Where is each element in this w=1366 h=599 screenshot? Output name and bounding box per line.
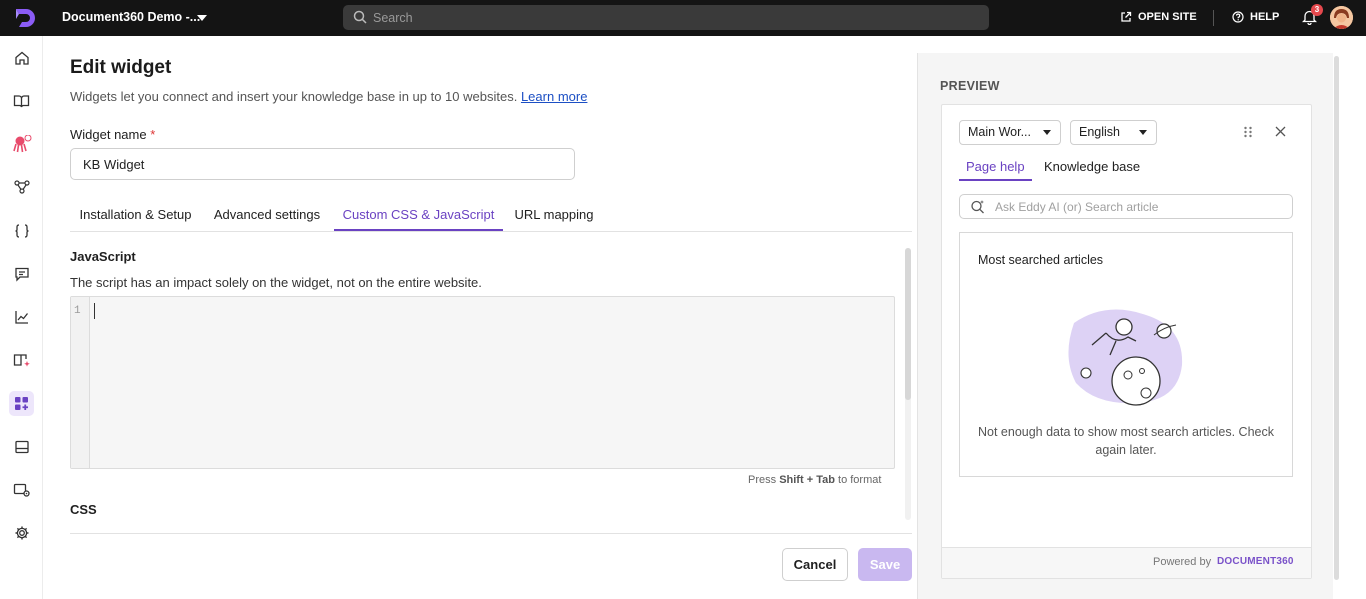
settings-tabs: Installation & Setup Advanced settings C… bbox=[70, 199, 912, 232]
layout-panel-icon bbox=[14, 440, 29, 453]
hint-key-tab: Tab bbox=[816, 474, 835, 486]
widget-search[interactable] bbox=[959, 194, 1293, 219]
document360-brand[interactable]: DOCUMENT360 bbox=[1217, 556, 1294, 567]
nav-layout[interactable] bbox=[9, 434, 34, 459]
user-avatar-icon bbox=[1330, 6, 1353, 29]
hint-suffix: to format bbox=[838, 474, 882, 486]
footer-divider bbox=[70, 533, 912, 534]
search-icon bbox=[353, 10, 367, 24]
page-title: Edit widget bbox=[70, 57, 172, 78]
topbar-divider bbox=[1213, 10, 1214, 26]
top-bar: Document360 Demo -... OPEN SITE HELP 3 bbox=[0, 0, 1366, 36]
book-sparkle-icon bbox=[13, 353, 30, 367]
open-site-label: OPEN SITE bbox=[1138, 11, 1197, 23]
content-scrollbar-thumb[interactable] bbox=[905, 248, 911, 400]
drag-handle-icon[interactable] bbox=[1243, 126, 1253, 138]
save-button[interactable]: Save bbox=[858, 548, 912, 581]
workspace-select-value: Main Wor... bbox=[968, 125, 1031, 139]
hint-plus: + bbox=[806, 474, 814, 486]
analytics-chart-icon bbox=[14, 310, 28, 324]
javascript-section-title: JavaScript bbox=[70, 249, 136, 264]
hint-key-shift: Shift bbox=[779, 474, 804, 486]
left-sidebar bbox=[0, 36, 43, 599]
page-subtitle-text: Widgets let you connect and insert your … bbox=[70, 89, 518, 104]
help-circle-icon bbox=[1232, 11, 1244, 23]
preview-scrollbar[interactable] bbox=[1334, 56, 1339, 580]
nav-eddy-ai[interactable] bbox=[9, 131, 34, 156]
open-site-button[interactable]: OPEN SITE bbox=[1120, 11, 1197, 23]
nav-documentation[interactable] bbox=[9, 88, 34, 113]
home-icon bbox=[14, 51, 29, 65]
widget-tab-page-help[interactable]: Page help bbox=[959, 159, 1032, 181]
editor-gutter: 1 bbox=[71, 297, 90, 468]
widget-tab-knowledge-base[interactable]: Knowledge base bbox=[1044, 159, 1140, 181]
book-open-icon bbox=[13, 94, 30, 107]
notification-count-badge: 3 bbox=[1311, 4, 1323, 16]
global-search[interactable] bbox=[343, 5, 989, 30]
help-button[interactable]: HELP bbox=[1232, 11, 1279, 23]
powered-by-text: Powered by bbox=[1153, 556, 1212, 568]
javascript-code-editor[interactable]: 1 bbox=[70, 296, 895, 469]
global-search-input[interactable] bbox=[373, 8, 973, 27]
ai-search-icon bbox=[971, 200, 984, 214]
language-select-value: English bbox=[1079, 125, 1120, 139]
user-avatar[interactable] bbox=[1330, 6, 1353, 29]
empty-state-message: Not enough data to show most search arti… bbox=[978, 425, 1274, 457]
nav-settings[interactable] bbox=[9, 520, 34, 545]
learn-more-link[interactable]: Learn more bbox=[521, 89, 587, 104]
nav-home[interactable] bbox=[9, 45, 34, 70]
tab-installation-setup[interactable]: Installation & Setup bbox=[70, 199, 201, 231]
chat-bubble-icon bbox=[14, 267, 29, 282]
nav-knowledge-base-portal[interactable] bbox=[9, 347, 34, 372]
project-chevron-down-icon[interactable] bbox=[197, 15, 207, 21]
nav-feedback[interactable] bbox=[9, 261, 34, 286]
nav-analytics[interactable] bbox=[9, 304, 34, 329]
language-select[interactable]: English bbox=[1070, 120, 1157, 145]
hint-prefix: Press bbox=[748, 474, 777, 486]
tab-url-mapping[interactable]: URL mapping bbox=[507, 199, 601, 231]
help-label: HELP bbox=[1250, 11, 1280, 23]
astronaut-moon-illustration bbox=[1068, 309, 1183, 406]
nav-api-documentation[interactable] bbox=[9, 218, 34, 243]
close-icon[interactable] bbox=[1275, 126, 1286, 137]
page-subtitle: Widgets let you connect and insert your … bbox=[70, 89, 587, 104]
language-chevron-down-icon bbox=[1139, 130, 1147, 135]
css-section-title: CSS bbox=[70, 502, 97, 517]
external-link-icon bbox=[1121, 11, 1132, 22]
format-shortcut-hint: Press Shift + Tab to format bbox=[748, 474, 881, 486]
required-asterisk: * bbox=[150, 127, 156, 142]
javascript-section-description: The script has an impact solely on the w… bbox=[70, 275, 482, 290]
preview-title: PREVIEW bbox=[940, 79, 1000, 93]
widgets-grid-icon bbox=[15, 397, 28, 410]
project-name[interactable]: Document360 Demo -... bbox=[62, 10, 200, 24]
editor-text-cursor bbox=[94, 303, 95, 319]
nav-widgets[interactable] bbox=[9, 391, 34, 416]
nav-workflow[interactable] bbox=[9, 174, 34, 199]
tab-advanced-settings[interactable]: Advanced settings bbox=[204, 199, 330, 231]
gear-icon bbox=[15, 526, 28, 539]
workspace-chevron-down-icon bbox=[1043, 130, 1051, 135]
document360-logo-icon[interactable] bbox=[13, 7, 37, 29]
nav-site-settings[interactable] bbox=[9, 477, 34, 502]
curly-braces-icon bbox=[14, 223, 29, 238]
workflow-nodes-icon bbox=[13, 179, 30, 194]
tab-custom-css-javascript[interactable]: Custom CSS & JavaScript bbox=[334, 199, 503, 231]
widget-search-input[interactable] bbox=[995, 198, 1285, 215]
workspace-select[interactable]: Main Wor... bbox=[959, 120, 1061, 145]
widget-name-label-text: Widget name bbox=[70, 127, 147, 142]
widget-name-label: Widget name * bbox=[70, 127, 155, 142]
most-searched-title: Most searched articles bbox=[978, 253, 1104, 267]
site-gear-icon bbox=[13, 483, 30, 497]
widget-name-input[interactable] bbox=[70, 148, 575, 180]
cancel-button[interactable]: Cancel bbox=[782, 548, 848, 581]
editor-line-number: 1 bbox=[74, 305, 81, 317]
eddy-ai-octopus-icon bbox=[12, 134, 31, 152]
